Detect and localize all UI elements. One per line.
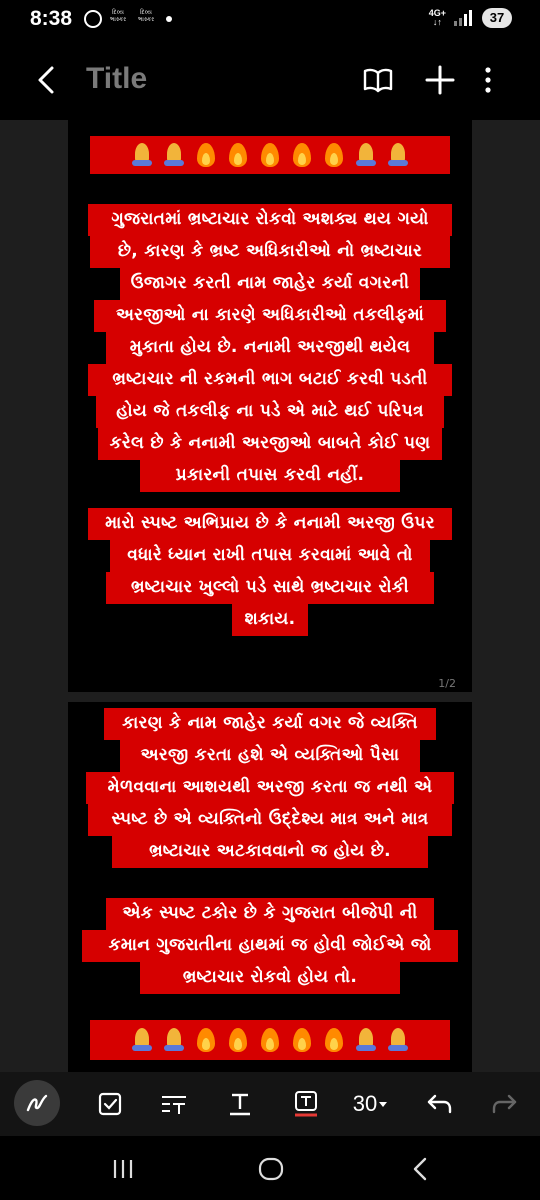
text-line: હોય જે તકલીફ ના પડે એ માટે થઈ પરિપત્ર — [96, 396, 444, 428]
news-app-icon-2: દિવ્ય ભાસ્કર — [137, 9, 155, 23]
notification-icons: દિવ્ય ભાસ્કર દિવ્ય ભાસ્કર — [84, 9, 172, 29]
emoji-row-top — [90, 136, 450, 174]
text-style-icon[interactable] — [156, 1086, 192, 1122]
fire-emoji-icon — [193, 140, 219, 170]
text-line: મેળવવાના આશયથી અરજી કરતા જ નથી એ — [86, 772, 454, 804]
emoji-row-bottom — [90, 1020, 450, 1060]
fire-emoji-icon — [257, 1025, 283, 1055]
text-line: ઉજાગર કરતી નામ જાહેર કર્યા વગરની — [120, 268, 420, 300]
underline-text-icon[interactable] — [222, 1086, 258, 1122]
text-line: કમાન ગુજરાતીના હાથમાં જ હોવી જોઈએ જો — [82, 930, 458, 962]
book-icon[interactable] — [362, 64, 394, 96]
data-activity: ↓↑ — [432, 17, 442, 27]
text-line: ભ્રષ્ટાચાર રોકવો હોય તો. — [140, 962, 400, 994]
app-bar: Title — [0, 40, 540, 120]
fire-emoji-icon — [321, 1025, 347, 1055]
text-line: મુકાતા હોય છે. નનામી અરજીથી થયેલ — [106, 332, 434, 364]
checkbox-icon[interactable] — [92, 1086, 128, 1122]
pen-icon[interactable] — [14, 1080, 60, 1126]
add-icon[interactable] — [422, 62, 458, 98]
back-icon[interactable] — [30, 62, 66, 98]
text-line: ભ્રષ્ટાચાર ખુલ્લો પડે સાથે ભ્રષ્ટાચાર રો… — [106, 572, 434, 604]
pray-emoji-icon — [129, 1025, 155, 1055]
edit-toolbar: 30 — [0, 1072, 540, 1136]
text-line: વધારે ધ્યાન રાખી તપાસ કરવામાં આવે તો — [110, 540, 430, 572]
status-time: 8:38 — [30, 7, 73, 30]
page-number: 1/2 — [438, 677, 456, 690]
pray-emoji-icon — [353, 1025, 379, 1055]
recents-icon[interactable] — [108, 1154, 138, 1184]
text-line: મારો સ્પષ્ટ અભિપ્રાય છે કે નનામી અરજી ઉપ… — [88, 508, 452, 540]
more-notifications-icon — [166, 16, 172, 22]
fire-emoji-icon — [225, 1025, 251, 1055]
font-size-value: 30 — [352, 1091, 378, 1116]
fire-emoji-icon — [193, 1025, 219, 1055]
pray-emoji-icon — [129, 140, 155, 170]
pray-emoji-icon — [161, 140, 187, 170]
font-size-selector[interactable]: 30 — [346, 1086, 396, 1122]
status-bar: 8:38 દિવ્ય ભાસ્કર દિવ્ય ભાસ્કર 4G+ ↓↑ 37 — [0, 0, 540, 40]
fire-emoji-icon — [321, 140, 347, 170]
text-line: છે, કારણ કે ભ્રષ્ટ અધિકારીઓ નો ભ્રષ્ટાચા… — [90, 236, 450, 268]
text-line: કરેલ છે કે નનામી અરજીઓ બાબતે કોઈ પણ — [98, 428, 442, 460]
system-icons: 4G+ ↓↑ 37 — [429, 8, 512, 28]
document-page-2[interactable]: કારણ કે નામ જાહેર કર્યા વગર જે વ્યક્તિ અ… — [68, 702, 472, 1072]
pray-emoji-icon — [353, 140, 379, 170]
pray-emoji-icon — [161, 1025, 187, 1055]
pray-emoji-icon — [385, 1025, 411, 1055]
undo-icon[interactable] — [424, 1086, 456, 1122]
network-indicator: 4G+ ↓↑ — [429, 9, 446, 27]
text-line: ગુજરાતમાં ભ્રષ્ટાચાર રોકવો અશક્ય થય ગયો — [88, 204, 452, 236]
system-navigation-bar — [0, 1136, 540, 1200]
note-title[interactable]: Title — [86, 62, 147, 96]
pray-emoji-icon — [385, 140, 411, 170]
text-line: ભ્રષ્ટાચાર ની રકમની ભાગ બટાઈ કરવી પડતી — [88, 364, 452, 396]
text-line: સ્પષ્ટ છે એ વ્યક્તિનો ઉદ્દેશ્ય માત્ર અને… — [88, 804, 452, 836]
document-page-1[interactable]: ગુજરાતમાં ભ્રષ્ટાચાર રોકવો અશક્ય થય ગયો … — [68, 120, 472, 692]
chevron-down-icon — [379, 1102, 388, 1107]
text-line: શકાય. — [232, 604, 308, 636]
whatsapp-icon — [84, 10, 102, 28]
news-app-icon: દિવ્ય ભાસ્કર — [109, 9, 127, 23]
document-canvas[interactable]: ગુજરાતમાં ભ્રષ્ટાચાર રોકવો અશક્ય થય ગયો … — [0, 120, 540, 1072]
redo-icon[interactable] — [488, 1086, 520, 1122]
text-line: કારણ કે નામ જાહેર કર્યા વગર જે વ્યક્તિ — [104, 708, 436, 740]
fire-emoji-icon — [289, 140, 315, 170]
fire-emoji-icon — [225, 140, 251, 170]
home-icon[interactable] — [256, 1154, 286, 1184]
fire-emoji-icon — [257, 140, 283, 170]
text-line: અરજીઓ ના કારણે અધિકારીઓ તકલીફમાં — [94, 300, 446, 332]
text-line: પ્રકારની તપાસ કરવી નહીં. — [140, 460, 400, 492]
battery-level: 37 — [482, 8, 512, 28]
text-line: ભ્રષ્ટાચાર અટકાવવાનો જ હોય છે. — [112, 836, 428, 868]
text-line: અરજી કરતા હશે એ વ્યક્તિઓ પૈસા — [120, 740, 420, 772]
back-nav-icon[interactable] — [406, 1154, 436, 1184]
signal-icon — [454, 10, 474, 26]
more-vert-icon[interactable] — [478, 62, 498, 98]
fire-emoji-icon — [289, 1025, 315, 1055]
text-color-icon[interactable] — [288, 1086, 324, 1122]
text-line: એક સ્પષ્ટ ટકોર છે કે ગુજરાત બીજેપી ની — [106, 898, 434, 930]
